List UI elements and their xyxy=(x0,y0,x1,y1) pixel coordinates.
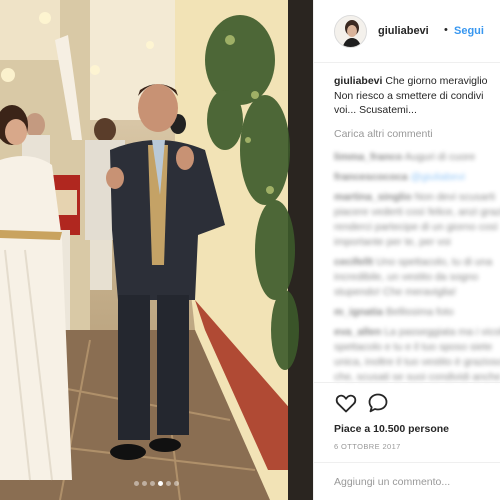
post-caption: giuliabevi Che giorno meraviglio Non rie… xyxy=(334,74,500,118)
comment-text: spettacolo e tu e il tuo sposo siete xyxy=(334,341,493,353)
comment-text: Bellissima foto xyxy=(385,306,454,318)
profile-photo-icon xyxy=(335,16,366,47)
post-date: 6 OTTOBRE 2017 xyxy=(334,442,401,451)
comment-line: piacere vederti così felice, anzi grazie xyxy=(334,205,500,220)
caption-line-3: voi... Scusatemi... xyxy=(334,104,417,116)
comment-mention[interactable]: @giuliabevi xyxy=(410,171,464,183)
heart-icon[interactable] xyxy=(334,391,358,415)
comment-line: martina_singlio Non devi scusarti xyxy=(334,190,500,205)
comment-line: unica, inoltre il tuo vestito è grazioso xyxy=(334,355,500,370)
comment-line: francescococa @giuliabevi xyxy=(334,170,500,185)
avatar[interactable] xyxy=(334,15,367,48)
speech-bubble-icon[interactable] xyxy=(366,391,390,415)
carousel-dot[interactable] xyxy=(158,481,163,486)
comment-username[interactable]: francescococa xyxy=(334,171,408,183)
follow-button[interactable]: Segui xyxy=(454,25,484,37)
comment-username[interactable]: cecifellt xyxy=(334,256,373,268)
comment-line: spettacolo e tu e il tuo sposo siete xyxy=(334,340,500,355)
comment-text: Uno spettacolo, tu di una xyxy=(376,256,493,268)
comment-username[interactable]: m_ignatia xyxy=(334,306,383,318)
post-actions: Piace a 10.500 persone 6 OTTOBRE 2017 xyxy=(314,382,500,462)
header-separator: • xyxy=(444,24,448,36)
comment-text: Non devi scusarti xyxy=(414,191,496,203)
add-comment-input[interactable] xyxy=(334,471,494,493)
carousel-dot[interactable] xyxy=(150,481,155,486)
load-more-comments-link[interactable]: Carica altri commenti xyxy=(334,128,433,140)
comment-line: importante per te, per voi xyxy=(334,235,500,250)
wedding-street-scene xyxy=(0,0,313,500)
post-header: giuliabevi • Segui xyxy=(314,0,500,63)
comment-username[interactable]: limma_franco xyxy=(334,151,402,163)
comment-line: renderci partecipe di un giorno così xyxy=(334,220,500,235)
add-comment-bar xyxy=(314,462,500,500)
caption-line-1: Che giorno meraviglio xyxy=(385,75,488,87)
likes-count[interactable]: Piace a 10.500 persone xyxy=(334,423,449,435)
carousel-dot[interactable] xyxy=(134,481,139,486)
post-side-panel: giuliabevi • Segui giuliabevi Che giorno… xyxy=(313,0,500,500)
post-author-username[interactable]: giuliabevi xyxy=(378,25,429,37)
comment-username[interactable]: martina_singlio xyxy=(334,191,412,203)
carousel-indicator xyxy=(0,473,313,491)
carousel-dot[interactable] xyxy=(174,481,179,486)
comment-line: incredibile, un vestito da sogno xyxy=(334,270,500,285)
comment-text: La passeggiata ma i vicoli xyxy=(384,326,500,338)
caption-line-2: Non riesco a smettere di condivi xyxy=(334,89,484,102)
caption-username[interactable]: giuliabevi xyxy=(334,75,382,87)
comment-line: m_ignatia Bellissima foto xyxy=(334,305,500,320)
comment-line: stupendo! Che meraviglia! xyxy=(334,285,500,300)
comment-line: limma_franco Auguri di cuore xyxy=(334,150,500,165)
comment-text: stupendo! Che meraviglia! xyxy=(334,286,456,298)
post-photo[interactable] xyxy=(0,0,313,500)
comment-text: importante per te, per voi xyxy=(334,236,451,248)
carousel-dot[interactable] xyxy=(142,481,147,486)
comment-text: renderci partecipe di un giorno così xyxy=(334,221,499,233)
comment-line: cecifellt Uno spettacolo, tu di una xyxy=(334,255,500,270)
comment-username[interactable]: eva_allen xyxy=(334,326,381,338)
comment-text: incredibile, un vestito da sogno xyxy=(334,271,479,283)
comment-line: eva_allen La passeggiata ma i vicoli xyxy=(334,325,500,340)
comment-text: unica, inoltre il tuo vestito è grazioso xyxy=(334,356,500,368)
comment-text: Auguri di cuore xyxy=(404,151,476,163)
comment-text: piacere vederti così felice, anzi grazie xyxy=(334,206,500,218)
carousel-dot[interactable] xyxy=(166,481,171,486)
